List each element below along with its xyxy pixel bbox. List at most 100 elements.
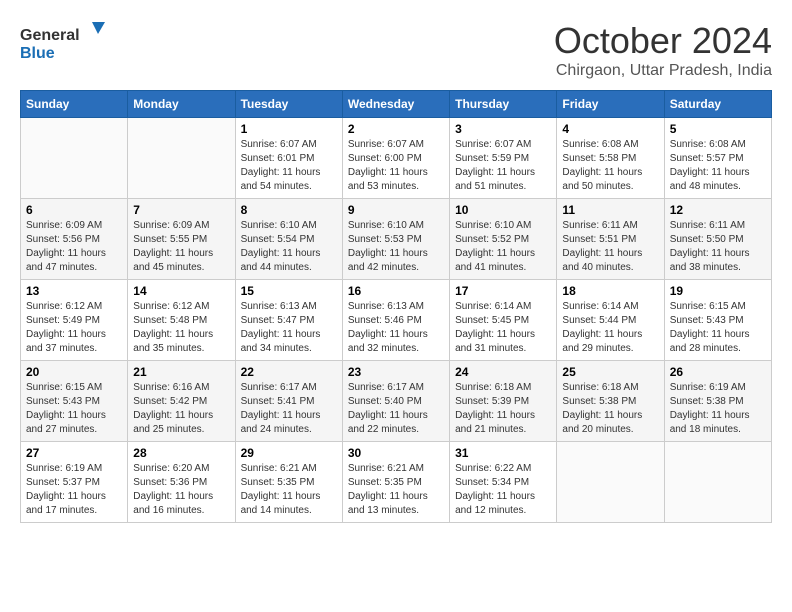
day-number: 24	[455, 365, 551, 379]
day-info: Sunrise: 6:09 AM Sunset: 5:55 PM Dayligh…	[133, 219, 229, 275]
day-number: 7	[133, 203, 229, 217]
day-cell: 21 Sunrise: 6:16 AM Sunset: 5:42 PM Dayli…	[128, 361, 235, 442]
day-cell: 10Sunrise: 6:10 AM Sunset: 5:52 PM Dayli…	[450, 199, 557, 280]
day-info: Sunrise: 6:21 AM Sunset: 5:35 PM Dayligh…	[348, 462, 444, 518]
day-cell: 25 Sunrise: 6:18 AM Sunset: 5:38 PM Dayli…	[557, 361, 664, 442]
day-info: Sunrise: 6:20 AM Sunset: 5:36 PM Dayligh…	[133, 462, 229, 518]
header-cell-tuesday: Tuesday	[235, 91, 342, 118]
day-info: Sunrise: 6:19 AM Sunset: 5:38 PM Dayligh…	[670, 381, 766, 437]
day-cell: 20 Sunrise: 6:15 AM Sunset: 5:43 PM Dayli…	[21, 361, 128, 442]
day-cell: 19Sunrise: 6:15 AM Sunset: 5:43 PM Dayli…	[664, 280, 771, 361]
day-info: Sunrise: 6:08 AM Sunset: 5:58 PM Dayligh…	[562, 138, 658, 194]
day-info: Sunrise: 6:13 AM Sunset: 5:46 PM Dayligh…	[348, 300, 444, 356]
day-number: 28	[133, 446, 229, 460]
day-info: Sunrise: 6:08 AM Sunset: 5:57 PM Dayligh…	[670, 138, 766, 194]
day-cell: 13 Sunrise: 6:12 AM Sunset: 5:49 PM Dayli…	[21, 280, 128, 361]
day-cell: 26 Sunrise: 6:19 AM Sunset: 5:38 PM Dayli…	[664, 361, 771, 442]
day-cell: 3Sunrise: 6:07 AM Sunset: 5:59 PM Daylig…	[450, 118, 557, 199]
svg-text:General: General	[20, 27, 80, 44]
week-row-1: 1Sunrise: 6:07 AM Sunset: 6:01 PM Daylig…	[21, 118, 772, 199]
day-number: 2	[348, 122, 444, 136]
day-cell: 8 Sunrise: 6:10 AM Sunset: 5:54 PM Daylig…	[235, 199, 342, 280]
day-number: 16	[348, 284, 444, 298]
day-info: Sunrise: 6:07 AM Sunset: 6:01 PM Dayligh…	[241, 138, 337, 194]
day-number: 21	[133, 365, 229, 379]
day-cell: 4 Sunrise: 6:08 AM Sunset: 5:58 PM Daylig…	[557, 118, 664, 199]
day-info: Sunrise: 6:14 AM Sunset: 5:45 PM Dayligh…	[455, 300, 551, 356]
day-info: Sunrise: 6:11 AM Sunset: 5:51 PM Dayligh…	[562, 219, 658, 275]
day-number: 23	[348, 365, 444, 379]
day-info: Sunrise: 6:21 AM Sunset: 5:35 PM Dayligh…	[241, 462, 337, 518]
day-cell: 17 Sunrise: 6:14 AM Sunset: 5:45 PM Dayli…	[450, 280, 557, 361]
day-cell	[21, 118, 128, 199]
day-info: Sunrise: 6:13 AM Sunset: 5:47 PM Dayligh…	[241, 300, 337, 356]
week-row-3: 13 Sunrise: 6:12 AM Sunset: 5:49 PM Dayli…	[21, 280, 772, 361]
day-info: Sunrise: 6:18 AM Sunset: 5:39 PM Dayligh…	[455, 381, 551, 437]
logo: GeneralBlue	[20, 20, 110, 65]
day-number: 11	[562, 203, 658, 217]
day-cell: 28 Sunrise: 6:20 AM Sunset: 5:36 PM Dayli…	[128, 442, 235, 523]
day-cell: 16 Sunrise: 6:13 AM Sunset: 5:46 PM Dayli…	[342, 280, 449, 361]
day-cell: 11 Sunrise: 6:11 AM Sunset: 5:51 PM Dayli…	[557, 199, 664, 280]
week-row-4: 20 Sunrise: 6:15 AM Sunset: 5:43 PM Dayli…	[21, 361, 772, 442]
day-cell	[128, 118, 235, 199]
day-info: Sunrise: 6:15 AM Sunset: 5:43 PM Dayligh…	[26, 381, 122, 437]
day-number: 17	[455, 284, 551, 298]
day-info: Sunrise: 6:12 AM Sunset: 5:48 PM Dayligh…	[133, 300, 229, 356]
day-number: 6	[26, 203, 122, 217]
header-cell-monday: Monday	[128, 91, 235, 118]
day-cell: 18Sunrise: 6:14 AM Sunset: 5:44 PM Dayli…	[557, 280, 664, 361]
day-number: 25	[562, 365, 658, 379]
day-number: 4	[562, 122, 658, 136]
subtitle: Chirgaon, Uttar Pradesh, India	[554, 62, 772, 80]
day-cell: 14Sunrise: 6:12 AM Sunset: 5:48 PM Dayli…	[128, 280, 235, 361]
day-info: Sunrise: 6:17 AM Sunset: 5:40 PM Dayligh…	[348, 381, 444, 437]
day-info: Sunrise: 6:07 AM Sunset: 6:00 PM Dayligh…	[348, 138, 444, 194]
day-cell: 2 Sunrise: 6:07 AM Sunset: 6:00 PM Daylig…	[342, 118, 449, 199]
day-info: Sunrise: 6:11 AM Sunset: 5:50 PM Dayligh…	[670, 219, 766, 275]
day-cell: 15 Sunrise: 6:13 AM Sunset: 5:47 PM Dayli…	[235, 280, 342, 361]
header-cell-wednesday: Wednesday	[342, 91, 449, 118]
day-cell: 12 Sunrise: 6:11 AM Sunset: 5:50 PM Dayli…	[664, 199, 771, 280]
day-cell: 9Sunrise: 6:10 AM Sunset: 5:53 PM Daylig…	[342, 199, 449, 280]
day-cell: 1Sunrise: 6:07 AM Sunset: 6:01 PM Daylig…	[235, 118, 342, 199]
day-number: 3	[455, 122, 551, 136]
week-row-5: 27 Sunrise: 6:19 AM Sunset: 5:37 PM Dayli…	[21, 442, 772, 523]
day-cell	[664, 442, 771, 523]
day-info: Sunrise: 6:17 AM Sunset: 5:41 PM Dayligh…	[241, 381, 337, 437]
header-cell-sunday: Sunday	[21, 91, 128, 118]
day-info: Sunrise: 6:15 AM Sunset: 5:43 PM Dayligh…	[670, 300, 766, 356]
day-info: Sunrise: 6:19 AM Sunset: 5:37 PM Dayligh…	[26, 462, 122, 518]
day-number: 31	[455, 446, 551, 460]
logo-svg: GeneralBlue	[20, 20, 110, 65]
week-row-2: 6 Sunrise: 6:09 AM Sunset: 5:56 PM Daylig…	[21, 199, 772, 280]
day-number: 13	[26, 284, 122, 298]
day-cell: 5 Sunrise: 6:08 AM Sunset: 5:57 PM Daylig…	[664, 118, 771, 199]
header-cell-friday: Friday	[557, 91, 664, 118]
day-info: Sunrise: 6:22 AM Sunset: 5:34 PM Dayligh…	[455, 462, 551, 518]
day-number: 5	[670, 122, 766, 136]
day-info: Sunrise: 6:16 AM Sunset: 5:42 PM Dayligh…	[133, 381, 229, 437]
day-info: Sunrise: 6:12 AM Sunset: 5:49 PM Dayligh…	[26, 300, 122, 356]
day-number: 12	[670, 203, 766, 217]
day-info: Sunrise: 6:14 AM Sunset: 5:44 PM Dayligh…	[562, 300, 658, 356]
day-number: 27	[26, 446, 122, 460]
day-cell: 6 Sunrise: 6:09 AM Sunset: 5:56 PM Daylig…	[21, 199, 128, 280]
day-info: Sunrise: 6:10 AM Sunset: 5:54 PM Dayligh…	[241, 219, 337, 275]
day-number: 29	[241, 446, 337, 460]
day-number: 15	[241, 284, 337, 298]
day-number: 8	[241, 203, 337, 217]
day-cell: 31 Sunrise: 6:22 AM Sunset: 5:34 PM Dayli…	[450, 442, 557, 523]
day-info: Sunrise: 6:18 AM Sunset: 5:38 PM Dayligh…	[562, 381, 658, 437]
month-title: October 2024	[554, 20, 772, 62]
day-number: 30	[348, 446, 444, 460]
day-cell: 7 Sunrise: 6:09 AM Sunset: 5:55 PM Daylig…	[128, 199, 235, 280]
day-info: Sunrise: 6:09 AM Sunset: 5:56 PM Dayligh…	[26, 219, 122, 275]
calendar-table: SundayMondayTuesdayWednesdayThursdayFrid…	[20, 90, 772, 523]
day-number: 9	[348, 203, 444, 217]
day-cell: 30 Sunrise: 6:21 AM Sunset: 5:35 PM Dayli…	[342, 442, 449, 523]
day-cell: 27 Sunrise: 6:19 AM Sunset: 5:37 PM Dayli…	[21, 442, 128, 523]
day-number: 20	[26, 365, 122, 379]
svg-text:Blue: Blue	[20, 45, 55, 62]
day-number: 26	[670, 365, 766, 379]
